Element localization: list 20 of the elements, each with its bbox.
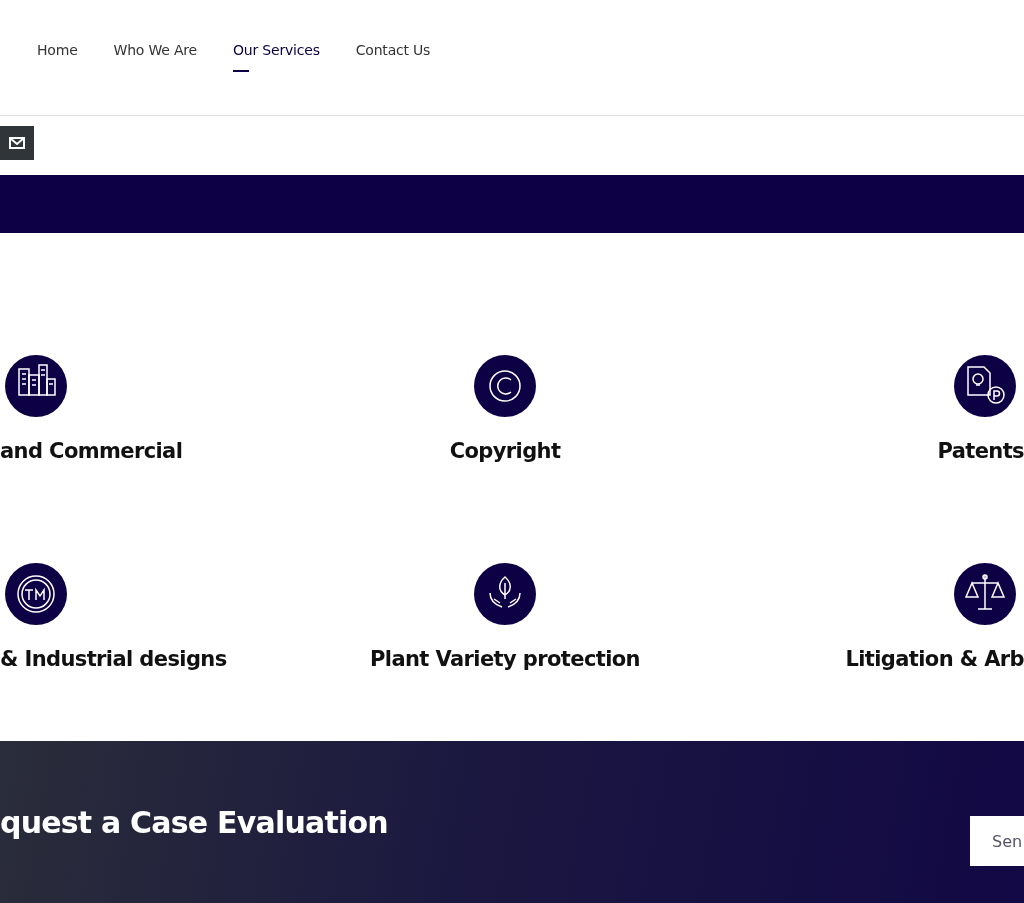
service-title: Litigation & Arb	[845, 647, 1024, 671]
scales-icon	[954, 563, 1016, 625]
nav-link[interactable]: Our Services	[233, 41, 320, 72]
nav-link[interactable]: Who We Are	[113, 41, 197, 72]
section-heading: quest a Case Evaluation	[0, 805, 388, 840]
input-field[interactable]: Sen	[970, 816, 1024, 866]
trademark-icon	[5, 563, 67, 625]
service-title: Copyright	[449, 439, 561, 463]
nav-link[interactable]: Contact Us	[355, 41, 431, 72]
nav-link[interactable]: Home	[37, 41, 78, 72]
service-title: and Commercial	[0, 439, 183, 463]
service-title: & Industrial designs	[0, 647, 227, 671]
envelope-icon	[9, 137, 25, 149]
service-title: Plant Variety protection	[370, 647, 640, 671]
document-bulb-icon	[954, 355, 1016, 417]
hands-leaf-icon	[474, 563, 536, 625]
email-button[interactable]	[0, 126, 34, 160]
buildings-icon	[5, 355, 67, 417]
service-title: Patents	[937, 439, 1024, 463]
copyright-icon	[474, 355, 536, 417]
